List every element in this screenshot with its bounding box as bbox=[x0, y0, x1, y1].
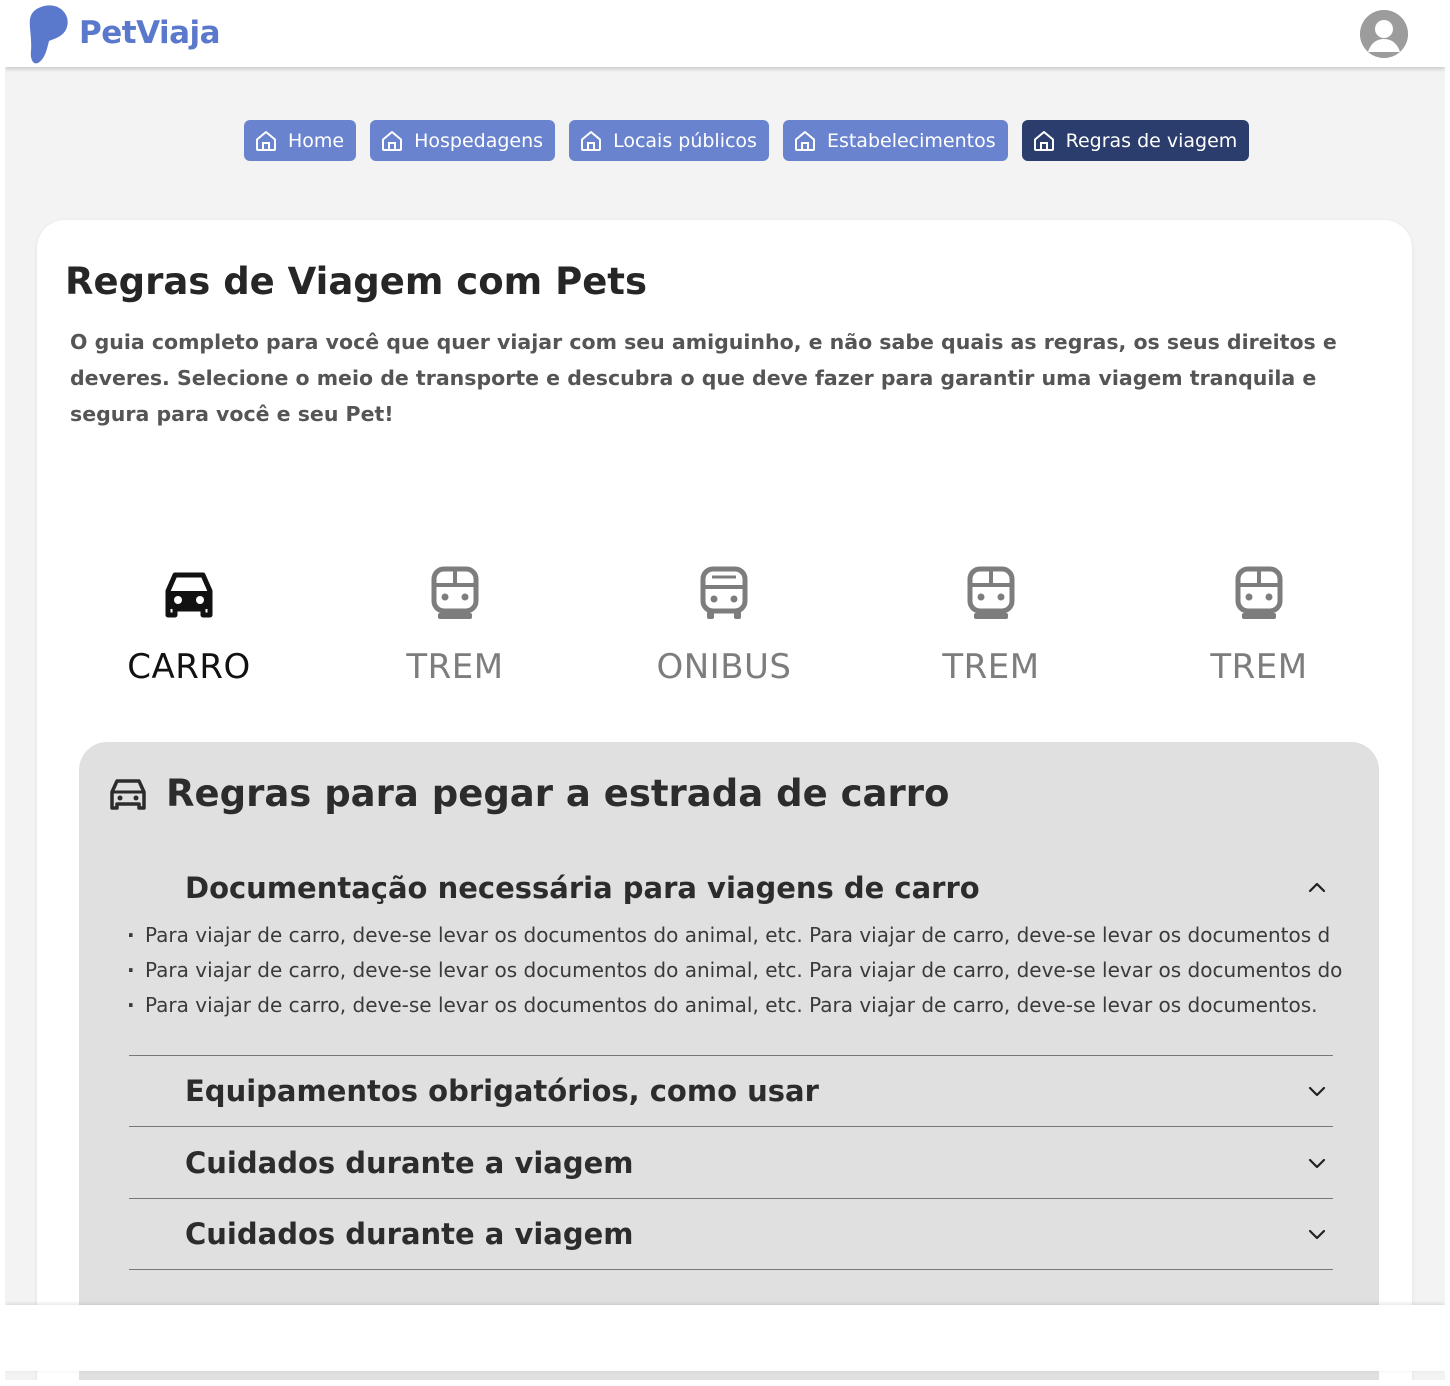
home-icon bbox=[581, 130, 602, 151]
accordion-title: Cuidados durante a viagem bbox=[185, 1217, 634, 1251]
nav-home[interactable]: Home bbox=[244, 120, 357, 161]
divider bbox=[129, 1126, 1333, 1127]
app-frame: PetViaja Home Hospedagens Locais público… bbox=[5, 0, 1445, 1380]
chevron-down-icon[interactable] bbox=[1305, 1222, 1329, 1246]
accordion-header[interactable]: Cuidados durante a viagem bbox=[129, 1199, 1333, 1269]
accordion-content: Para viajar de carro, deve-se levar os d… bbox=[129, 918, 1342, 1023]
top-bar: PetViaja bbox=[5, 0, 1445, 67]
accordion-title: Cuidados durante a viagem bbox=[185, 1146, 634, 1180]
accordion-header[interactable]: Cuidados durante a viagem bbox=[129, 1128, 1333, 1198]
main-nav: Home Hospedagens Locais públicos Estabel… bbox=[244, 120, 1250, 161]
tab-trem-label: TREM bbox=[1210, 647, 1308, 687]
accordion-cuidados-2: Cuidados durante a viagem bbox=[129, 1199, 1333, 1270]
list-item: Para viajar de carro, deve-se levar os d… bbox=[129, 988, 1359, 1023]
accordion-header[interactable]: Equipamentos obrigatórios, como usar bbox=[129, 1056, 1333, 1126]
rules-title: Regras para pegar a estrada de carro bbox=[108, 772, 949, 815]
user-avatar[interactable] bbox=[1360, 10, 1408, 58]
tab-carro[interactable]: CARRO bbox=[69, 565, 309, 687]
tab-trem-3[interactable]: TREM bbox=[1139, 565, 1379, 687]
accordion-documentacao: Documentação necessária para viagens de … bbox=[129, 858, 1342, 1023]
chevron-up-icon[interactable] bbox=[1305, 876, 1329, 900]
accordion-cuidados-1: Cuidados durante a viagem bbox=[129, 1128, 1333, 1199]
page-description: O guia completo para você que quer viaja… bbox=[70, 330, 1337, 426]
car-icon bbox=[110, 778, 146, 810]
nav-estabelecimentos[interactable]: Estabelecimentos bbox=[782, 120, 1008, 161]
rules-title-text: Regras para pegar a estrada de carro bbox=[166, 772, 950, 815]
content-card: Regras de Viagem com Pets O guia complet… bbox=[37, 220, 1412, 1380]
logo-icon bbox=[29, 5, 68, 64]
car-icon bbox=[165, 572, 213, 618]
tab-onibus-label: ONIBUS bbox=[656, 647, 792, 687]
chevron-down-icon[interactable] bbox=[1305, 1079, 1329, 1103]
nav-regras-de-viagem[interactable]: Regras de viagem bbox=[1021, 120, 1250, 161]
tab-trem-label: TREM bbox=[406, 647, 504, 687]
list-item: Para viajar de carro, deve-se levar os d… bbox=[129, 918, 1359, 953]
page-title: Regras de Viagem com Pets bbox=[65, 260, 648, 303]
tab-trem-1[interactable]: TREM bbox=[335, 565, 575, 687]
bottom-bar bbox=[5, 1305, 1445, 1371]
chevron-down-icon[interactable] bbox=[1305, 1151, 1329, 1175]
divider bbox=[129, 1269, 1333, 1270]
bus-icon bbox=[700, 566, 748, 619]
home-icon bbox=[382, 130, 403, 151]
nav-home-label: Home bbox=[288, 129, 345, 152]
nav-locais-label: Locais públicos bbox=[613, 129, 757, 152]
nav-hospedagens[interactable]: Hospedagens bbox=[370, 120, 556, 161]
nav-estabelecimentos-label: Estabelecimentos bbox=[826, 129, 996, 152]
tab-carro-label: CARRO bbox=[127, 647, 251, 687]
nav-locais-publicos[interactable]: Locais públicos bbox=[569, 120, 769, 161]
nav-regras-label: Regras de viagem bbox=[1065, 129, 1238, 152]
train-icon bbox=[967, 566, 1015, 619]
home-icon bbox=[794, 130, 815, 151]
home-icon bbox=[1033, 130, 1054, 151]
accordion-title: Documentação necessária para viagens de … bbox=[185, 871, 980, 905]
tab-trem-2[interactable]: TREM bbox=[871, 565, 1111, 687]
train-icon bbox=[1235, 566, 1283, 619]
logo[interactable]: PetViaja bbox=[27, 3, 221, 65]
nav-hospedagens-label: Hospedagens bbox=[414, 129, 544, 152]
home-icon bbox=[256, 130, 276, 151]
brand-name: PetViaja bbox=[79, 15, 221, 51]
accordion-equipamentos: Equipamentos obrigatórios, como usar bbox=[129, 1056, 1333, 1127]
train-icon bbox=[431, 566, 479, 619]
tab-trem-label: TREM bbox=[942, 647, 1040, 687]
accordion-title: Equipamentos obrigatórios, como usar bbox=[185, 1074, 819, 1108]
list-item: Para viajar de carro, deve-se levar os d… bbox=[129, 953, 1359, 988]
user-icon bbox=[1360, 10, 1408, 58]
accordion-header[interactable]: Documentação necessária para viagens de … bbox=[129, 858, 1333, 918]
rules-panel: Regras para pegar a estrada de carro Doc… bbox=[79, 742, 1379, 1380]
tab-onibus[interactable]: ONIBUS bbox=[604, 565, 844, 687]
